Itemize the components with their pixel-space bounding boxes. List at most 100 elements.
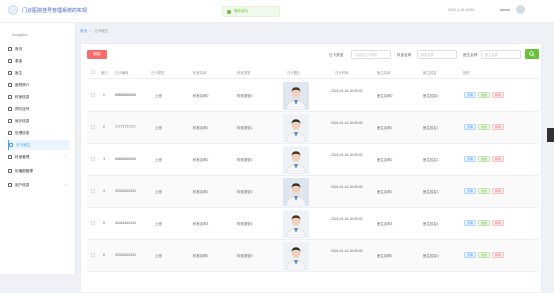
delete-button-label: 删除 — [495, 253, 502, 257]
cell-time: 2024-01-16 16:50:00 — [331, 217, 363, 221]
sidebar-item-label: 患者 — [15, 58, 23, 63]
view-button[interactable]: 查看 — [464, 156, 477, 162]
sidebar-item-1[interactable]: 患者 — [8, 56, 70, 66]
view-button[interactable]: 查看 — [464, 92, 477, 98]
app-logo — [8, 5, 18, 15]
grid-icon — [8, 155, 12, 159]
row-checkbox[interactable] — [91, 93, 95, 97]
chevron-right-icon: › — [64, 155, 66, 159]
view-button-label: 查看 — [467, 93, 474, 97]
edit-button[interactable]: 修改 — [478, 92, 491, 98]
grid-icon — [8, 71, 12, 75]
cell-type: 上班 — [155, 158, 162, 162]
delete-button[interactable]: 删除 — [492, 188, 505, 194]
home-icon — [8, 47, 12, 51]
row-checkbox[interactable] — [91, 125, 95, 129]
view-button-label: 查看 — [467, 189, 474, 193]
delete-button[interactable]: 删除 — [492, 220, 505, 226]
cell-index: 5 — [103, 221, 105, 225]
edit-button[interactable]: 修改 — [478, 188, 491, 194]
filter-doctor-label: 医生名称 — [463, 53, 478, 57]
view-button[interactable]: 查看 — [464, 188, 477, 194]
row-checkbox[interactable] — [91, 189, 95, 193]
doctor-photo — [283, 242, 309, 270]
view-button[interactable]: 查看 — [464, 220, 477, 226]
breadcrumb-home[interactable]: 首页 — [80, 29, 87, 34]
filter-doctor-input[interactable]: 医生名称 — [481, 50, 521, 59]
filter-dept-input[interactable]: 科室名称 — [417, 50, 457, 59]
row-checkbox[interactable] — [91, 253, 95, 257]
row-checkbox[interactable] — [91, 221, 95, 225]
edit-button-label: 修改 — [481, 189, 488, 193]
cell-dept-type: 科室类型2 — [237, 158, 253, 162]
cell-dept: 科室名称4 — [193, 222, 209, 226]
nav-section-label: Navigation — [12, 33, 29, 37]
cell-dept: 科室名称5 — [193, 254, 209, 258]
doctor-photo — [283, 210, 309, 238]
side-scroll-handle[interactable] — [547, 128, 554, 142]
delete-button[interactable]: 删除 — [492, 124, 505, 130]
table-row: 3 66666666666 上班 科室名称2 科室类型2 2024-01-16 16:50… — [87, 144, 539, 176]
grid-icon — [8, 95, 12, 99]
sidebar-item-3[interactable]: 医院简介 — [8, 80, 70, 90]
sidebar-item-label: 用户信息 — [15, 182, 30, 187]
sidebar-item-7[interactable]: 处理信息 — [8, 128, 70, 138]
col-photo: 日卡图片 — [287, 71, 301, 75]
view-button[interactable]: 查看 — [464, 252, 477, 258]
sidebar-item-11[interactable]: 用户信息 › — [8, 180, 70, 190]
delete-button-label: 删除 — [495, 189, 502, 193]
filter-type-select[interactable]: 请选择日卡类型 — [351, 50, 391, 59]
view-button[interactable]: 查看 — [464, 124, 477, 130]
sidebar-item-4[interactable]: 科室信息 — [8, 92, 70, 102]
col-type: 日卡类型 — [151, 71, 165, 75]
filter-type-label: 日卡类型 — [329, 53, 344, 57]
table-row: 2 77777777777 上班 科室名称1 科室类型1 2024-01-16 16:50… — [87, 112, 539, 144]
delete-button[interactable]: 删除 — [492, 156, 505, 162]
select-all-checkbox[interactable] — [91, 70, 95, 74]
sidebar-item-5[interactable]: 预约挂号 — [8, 104, 70, 114]
user-name[interactable]: admin — [500, 8, 510, 12]
cell-code: 33333333333 — [115, 189, 136, 193]
filter-dept-label: 科室名称 — [397, 53, 412, 57]
sidebar-item-label: 预约挂号 — [15, 106, 30, 111]
sidebar-item-0[interactable]: 首页 — [8, 44, 70, 54]
view-button-label: 查看 — [467, 125, 474, 129]
cell-type: 上班 — [155, 190, 162, 194]
cell-type: 上班 — [155, 254, 162, 258]
edit-button-label: 修改 — [481, 125, 488, 129]
view-button-label: 查看 — [467, 253, 474, 257]
delete-button[interactable]: 删除 — [492, 92, 505, 98]
cell-dept: 科室名称1 — [193, 126, 209, 130]
col-time: 日卡时间 — [335, 71, 349, 75]
sidebar-item-6[interactable]: 就诊信息 — [8, 116, 70, 126]
doctor-photo — [283, 178, 309, 206]
batch-delete-button[interactable]: 删除 — [87, 50, 107, 59]
row-checkbox[interactable] — [91, 157, 95, 161]
cell-code: 44444444444 — [115, 221, 136, 225]
delete-button-label: 删除 — [495, 93, 502, 97]
sidebar-item-label: 科室管理 — [15, 154, 30, 159]
delete-button[interactable]: 删除 — [492, 252, 505, 258]
sidebar-item-8[interactable]: 日卡医生 — [8, 140, 70, 150]
cell-index: 4 — [103, 189, 105, 193]
edit-button[interactable]: 修改 — [478, 156, 491, 162]
edit-button[interactable]: 修改 — [478, 220, 491, 226]
breadcrumb-current: 日卡医生 — [94, 29, 109, 33]
sidebar-item-label: 首页 — [15, 46, 23, 51]
cell-code: 66666666666 — [115, 157, 136, 161]
row-actions: 查看 修改 删除 — [464, 124, 505, 130]
search-button[interactable] — [525, 49, 539, 59]
edit-button[interactable]: 修改 — [478, 252, 491, 258]
edit-button[interactable]: 修改 — [478, 124, 491, 130]
sidebar-item-2[interactable]: 医生 — [8, 68, 70, 78]
avatar[interactable] — [516, 5, 525, 14]
edit-button-label: 修改 — [481, 253, 488, 257]
edit-button-label: 修改 — [481, 93, 488, 97]
sidebar-item-10[interactable]: 轮播图管理 — [8, 166, 70, 176]
filter-doctor-placeholder: 医生名称 — [485, 53, 498, 57]
cell-doctor-name: 医生名称5 — [377, 254, 393, 258]
cell-code: 77777777777 — [115, 125, 136, 129]
sidebar-item-9[interactable]: 科室管理 › — [8, 152, 70, 162]
col-dept-type: 科室类型 — [237, 71, 251, 75]
delete-button-label: 删除 — [495, 125, 502, 129]
